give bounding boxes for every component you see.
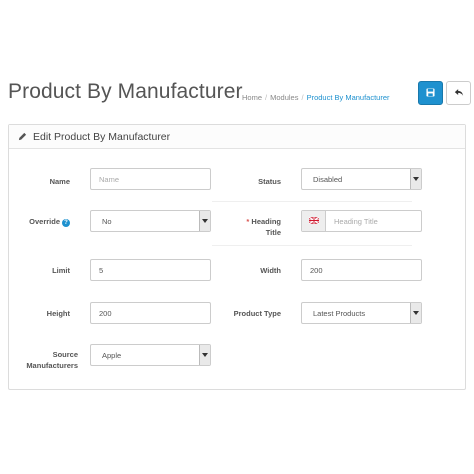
language-button[interactable]: [302, 211, 326, 231]
panel-title: Edit Product By Manufacturer: [33, 130, 171, 143]
source-label-line1: Source: [52, 350, 78, 359]
page-title: Product By Manufacturer: [8, 80, 243, 103]
product-type-value: Latest Products: [313, 309, 366, 318]
back-button[interactable]: [446, 81, 471, 105]
heading-title-placeholder: Heading Title: [334, 216, 378, 226]
heading-title-label-line2: Title: [265, 228, 281, 237]
chevron-down-icon: [410, 303, 421, 323]
name-label: Name: [49, 177, 70, 186]
override-value: No: [102, 217, 112, 226]
source-value: Apple: [102, 351, 122, 360]
panel-heading: Edit Product By Manufacturer: [9, 125, 465, 149]
save-icon: [426, 84, 435, 102]
source-manufacturers-select[interactable]: Apple: [90, 344, 211, 366]
width-input[interactable]: 200: [301, 259, 422, 281]
heading-title-input[interactable]: Heading Title: [301, 210, 422, 232]
heading-title-label: * Heading Title: [209, 216, 281, 238]
chevron-down-icon: [410, 169, 421, 189]
name-input[interactable]: Name: [90, 168, 211, 190]
product-type-label: Product Type: [233, 309, 281, 318]
heading-title-label-line1: Heading: [251, 217, 281, 226]
status-value: Disabled: [313, 175, 343, 184]
height-label: Height: [46, 309, 70, 318]
source-label-line2: Manufacturers: [26, 361, 78, 370]
width-label: Width: [260, 266, 281, 275]
save-button[interactable]: [418, 81, 443, 105]
reply-icon: [454, 84, 464, 102]
breadcrumb: Home / Modules / Product By Manufacturer: [242, 93, 390, 102]
status-label: Status: [258, 177, 281, 186]
limit-input[interactable]: 5: [90, 259, 211, 281]
override-label: Override?: [9, 216, 70, 227]
product-type-select[interactable]: Latest Products: [301, 302, 422, 324]
pencil-icon: [18, 128, 27, 146]
override-select[interactable]: No: [90, 210, 211, 232]
chevron-down-icon: [199, 345, 210, 365]
breadcrumb-home[interactable]: Home: [242, 93, 262, 102]
status-select[interactable]: Disabled: [301, 168, 422, 190]
breadcrumb-current[interactable]: Product By Manufacturer: [307, 93, 390, 102]
limit-label: Limit: [52, 266, 70, 275]
question-circle-icon[interactable]: ?: [62, 219, 70, 227]
source-manufacturers-label: Source Manufacturers: [9, 349, 78, 371]
height-input[interactable]: 200: [90, 302, 211, 324]
breadcrumb-modules[interactable]: Modules: [270, 93, 298, 102]
edit-panel: Edit Product By Manufacturer Name Name S…: [8, 124, 466, 390]
required-mark: *: [246, 217, 250, 226]
flag-icon: [308, 216, 319, 226]
override-label-text: Override: [29, 217, 60, 226]
